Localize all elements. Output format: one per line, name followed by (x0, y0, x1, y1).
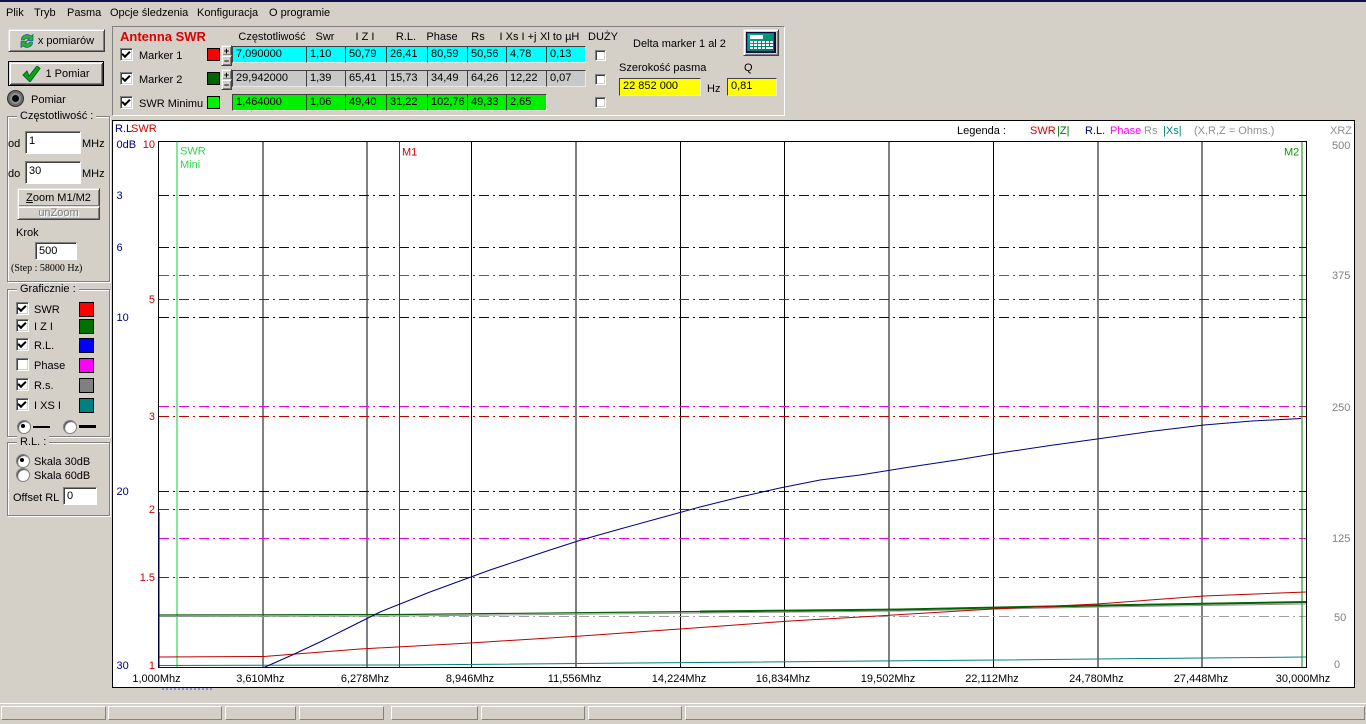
svg-text:|Xs|: |Xs| (1163, 125, 1182, 137)
svg-text:10: 10 (117, 312, 129, 324)
svg-text:125: 125 (1332, 533, 1350, 545)
svg-text:20: 20 (117, 486, 129, 498)
svg-text:5: 5 (149, 294, 155, 306)
svg-text:375: 375 (1332, 270, 1350, 282)
svg-text:Phase: Phase (1110, 125, 1141, 137)
svg-text:10: 10 (143, 139, 155, 151)
svg-text:27,448Mhz: 27,448Mhz (1174, 673, 1228, 685)
svg-text:22,112Mhz: 22,112Mhz (965, 673, 1019, 685)
svg-text:R.L: R.L (115, 123, 132, 135)
svg-text:1.5: 1.5 (140, 572, 155, 584)
svg-text:0: 0 (1334, 659, 1340, 671)
svg-text:2: 2 (149, 504, 155, 516)
svg-text:3: 3 (117, 190, 123, 202)
svg-text:1,000Mhz: 1,000Mhz (132, 673, 180, 685)
svg-text:16,834Mhz: 16,834Mhz (756, 673, 810, 685)
svg-text:500: 500 (1332, 140, 1350, 152)
svg-text:M2: M2 (1284, 147, 1299, 159)
svg-text:Legenda :: Legenda : (957, 125, 1006, 137)
svg-text:250: 250 (1332, 402, 1350, 414)
svg-text:3: 3 (149, 411, 155, 423)
svg-text:11,556Mhz: 11,556Mhz (548, 673, 602, 685)
svg-text:19,502Mhz: 19,502Mhz (861, 673, 915, 685)
svg-text:SWR: SWR (1030, 125, 1056, 137)
svg-text:R.L.: R.L. (1085, 125, 1105, 137)
svg-text:Rs: Rs (1144, 125, 1158, 137)
svg-text:14,224Mhz: 14,224Mhz (652, 673, 706, 685)
svg-text:30,000Mhz: 30,000Mhz (1276, 673, 1330, 685)
svg-text:0dB: 0dB (117, 139, 137, 151)
svg-text:1: 1 (149, 660, 155, 672)
svg-text:|Z|: |Z| (1057, 125, 1069, 137)
svg-text:3,610Mhz: 3,610Mhz (236, 673, 284, 685)
svg-text:XRZ: XRZ (1330, 125, 1352, 137)
svg-text:SWR: SWR (131, 123, 157, 135)
svg-text:M1: M1 (402, 147, 417, 159)
svg-text:Mini: Mini (180, 159, 200, 171)
svg-text:SWR: SWR (180, 146, 206, 158)
svg-text:6: 6 (117, 242, 123, 254)
svg-text:50: 50 (1334, 612, 1346, 624)
svg-text:8,946Mhz: 8,946Mhz (446, 673, 494, 685)
svg-text:(X,R,Z = Ohms.): (X,R,Z = Ohms.) (1194, 125, 1274, 137)
svg-text:6,278Mhz: 6,278Mhz (341, 673, 389, 685)
svg-text:30: 30 (117, 660, 129, 672)
svg-text:24,780Mhz: 24,780Mhz (1069, 673, 1123, 685)
